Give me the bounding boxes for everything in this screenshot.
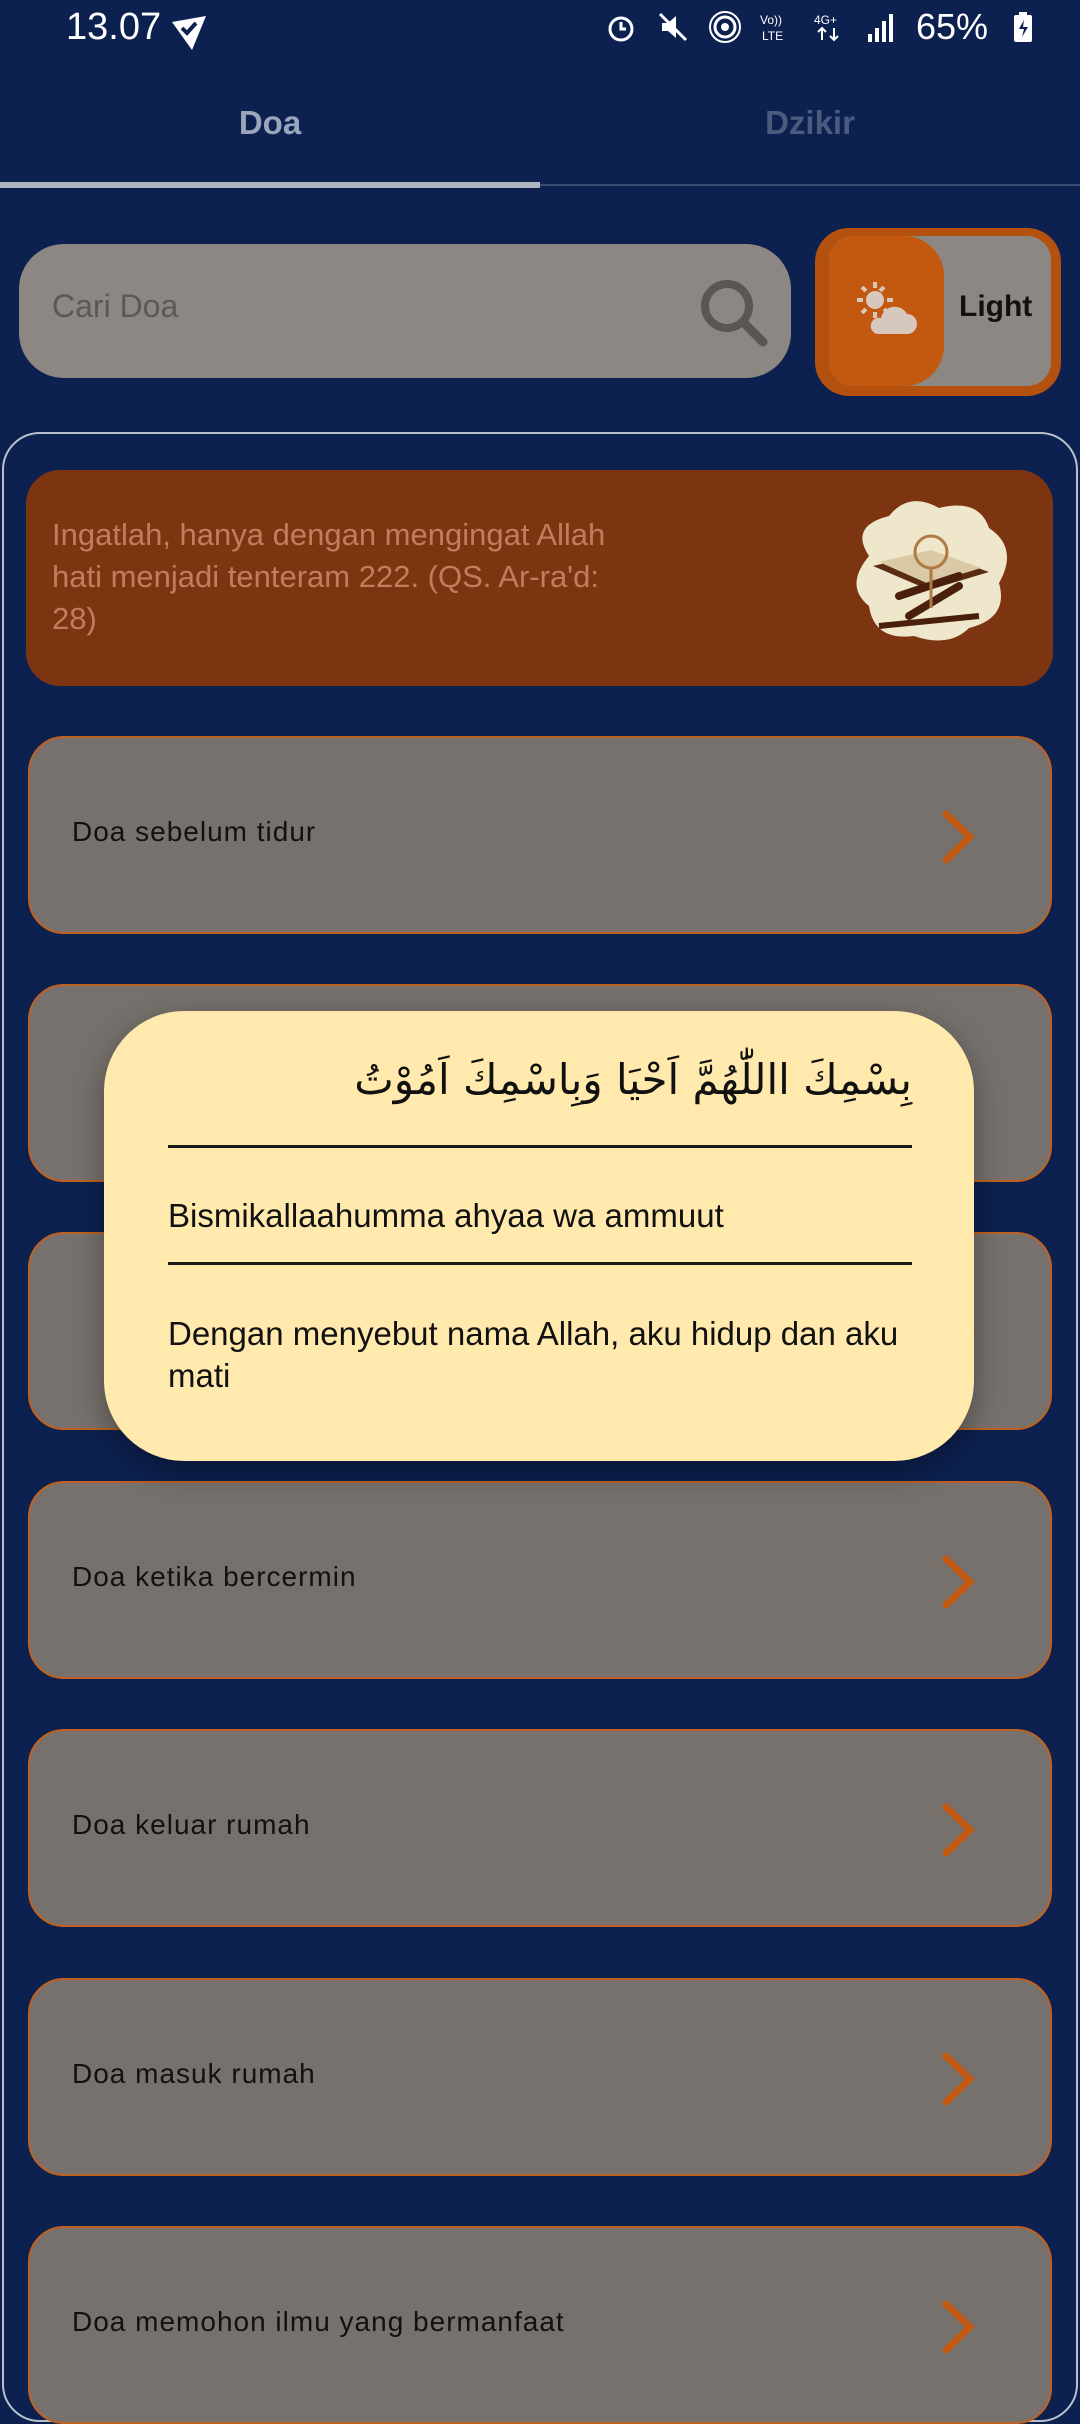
tab-doa[interactable]: Doa bbox=[0, 104, 540, 142]
doa-detail-dialog[interactable]: بِسْمِكَ االلّٰهُمَّ اَحْيَا وَبِاسْمِكَ… bbox=[104, 1011, 974, 1461]
doa-arabic-text: بِسْمِكَ االلّٰهُمَّ اَحْيَا وَبِاسْمِكَ… bbox=[354, 1055, 912, 1104]
theme-toggle-track: Light bbox=[829, 236, 1051, 386]
tab-dzikir[interactable]: Dzikir bbox=[540, 104, 1080, 142]
status-time: 13.07 bbox=[66, 6, 162, 48]
doa-meaning-text: Dengan menyebut nama Allah, aku hidup da… bbox=[168, 1315, 899, 1394]
svg-text:4G+: 4G+ bbox=[814, 13, 837, 27]
tab-indicator bbox=[0, 182, 540, 188]
doa-item-label: Doa memohon ilmu yang bermanfaat bbox=[72, 2306, 565, 2337]
doa-item-label: Doa keluar rumah bbox=[72, 1809, 311, 1840]
chevron-right-icon bbox=[942, 1803, 976, 1857]
status-bar: 13.07 Vo)) LTE 4G+ 65% bbox=[0, 0, 1080, 64]
quote-banner: Ingatlah, hanya dengan mengingat Allah h… bbox=[26, 470, 1053, 686]
sun-cloud-icon bbox=[857, 282, 917, 334]
theme-toggle-label: Light bbox=[959, 290, 1033, 323]
battery-percent: 65% bbox=[915, 6, 988, 47]
theme-toggle[interactable]: Light bbox=[815, 228, 1061, 396]
chevron-right-icon bbox=[942, 810, 976, 864]
status-icons: Vo)) LTE 4G+ 65% bbox=[604, 6, 1040, 48]
hotspot-icon bbox=[708, 11, 741, 43]
dialog-divider bbox=[168, 1262, 912, 1265]
svg-text:Vo)): Vo)) bbox=[760, 13, 782, 27]
volte-icon: Vo)) LTE bbox=[760, 13, 783, 43]
doa-item-label: Doa ketika bercermin bbox=[72, 1561, 357, 1592]
doa-list-item[interactable]: Doa keluar rumah bbox=[28, 1729, 1052, 1927]
doa-latin-text: Bismikallaahumma ahyaa wa ammuut bbox=[168, 1197, 724, 1234]
chevron-right-icon bbox=[942, 1555, 976, 1609]
doa-item-label: Doa sebelum tidur bbox=[72, 816, 317, 847]
doa-list-item[interactable]: Doa masuk rumah bbox=[28, 1978, 1052, 2176]
chevron-right-icon bbox=[942, 2300, 976, 2354]
verified-icon bbox=[172, 16, 206, 50]
doa-item-label: Doa masuk rumah bbox=[72, 2058, 316, 2089]
signal-icon bbox=[867, 14, 893, 42]
tab-bar: Doa Dzikir bbox=[0, 84, 1080, 190]
doa-list-item[interactable]: Doa ketika bercermin bbox=[28, 1481, 1052, 1679]
search-input[interactable]: Cari Doa bbox=[19, 244, 791, 378]
4g-icon: 4G+ bbox=[814, 13, 839, 42]
theme-toggle-knob bbox=[829, 236, 944, 386]
battery-icon bbox=[1014, 12, 1032, 42]
chevron-right-icon bbox=[942, 2052, 976, 2106]
doa-list-item[interactable]: Doa memohon ilmu yang bermanfaat bbox=[28, 2226, 1052, 2424]
quran-icon bbox=[856, 501, 1007, 641]
search-placeholder: Cari Doa bbox=[52, 288, 179, 324]
alarm-icon bbox=[608, 16, 634, 42]
quote-text: Ingatlah, hanya dengan mengingat Allah h… bbox=[52, 517, 606, 636]
dialog-divider bbox=[168, 1145, 912, 1148]
search-icon[interactable] bbox=[695, 274, 771, 350]
mute-icon bbox=[658, 12, 687, 42]
doa-list-item[interactable]: Doa sebelum tidur bbox=[28, 736, 1052, 934]
svg-text:LTE: LTE bbox=[762, 29, 783, 43]
